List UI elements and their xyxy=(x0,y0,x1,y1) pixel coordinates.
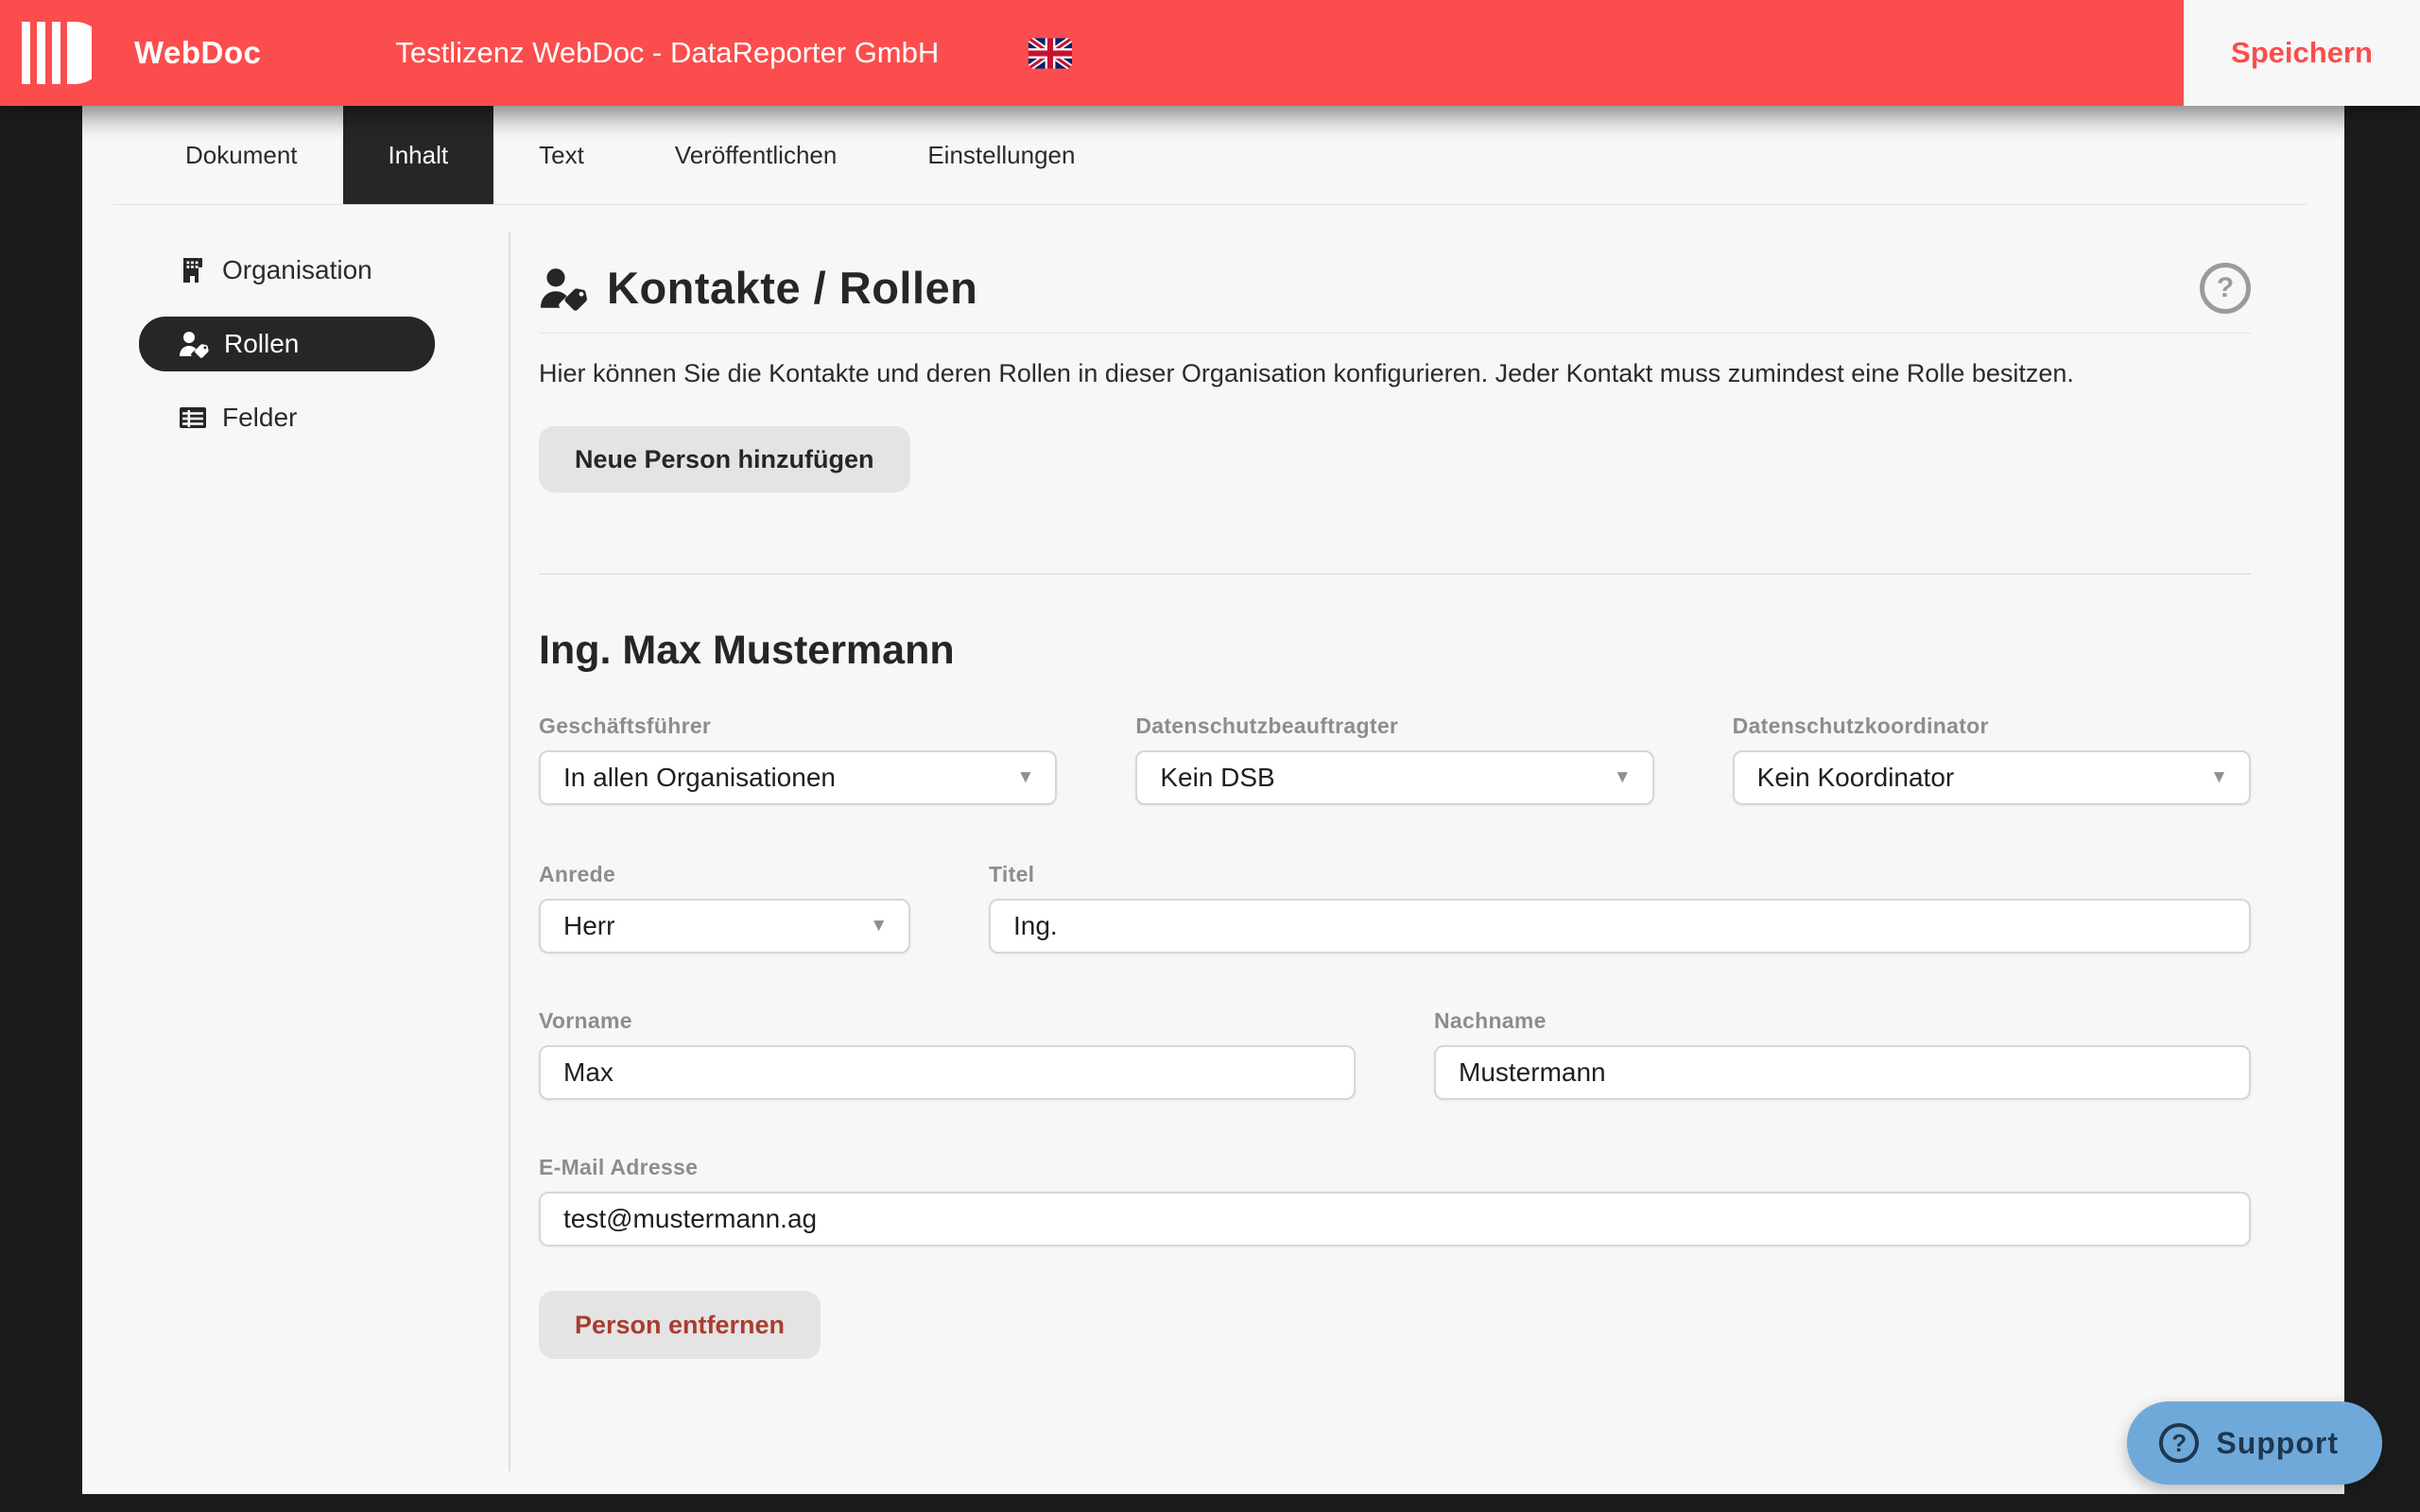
field-anrede: Anrede Herr ▼ xyxy=(539,862,910,954)
sidebar-item-organisation[interactable]: Organisation xyxy=(139,243,510,298)
chevron-down-icon: ▼ xyxy=(1016,767,1035,787)
field-email: E-Mail Adresse xyxy=(539,1155,2251,1246)
divider xyxy=(539,333,2251,334)
anrede-select[interactable]: Herr ▼ xyxy=(539,899,910,954)
chevron-down-icon: ▼ xyxy=(1613,767,1632,787)
chevron-down-icon: ▼ xyxy=(2210,767,2228,787)
selected-value: Herr xyxy=(563,911,615,940)
selected-value: In allen Organisationen xyxy=(563,763,836,792)
tab-text[interactable]: Text xyxy=(493,106,630,204)
person-tag-icon xyxy=(541,267,587,311)
support-button[interactable]: ? Support xyxy=(2127,1401,2382,1485)
titel-input[interactable] xyxy=(989,899,2251,954)
field-label: Nachname xyxy=(1434,1008,1547,1033)
field-geschaeftsfuehrer: Geschäftsführer In allen Organisationen … xyxy=(539,713,1058,805)
nachname-input[interactable] xyxy=(1434,1045,2251,1100)
app-header: WebDoc Testlizenz WebDoc - DataReporter … xyxy=(0,0,2420,106)
main-content: Kontakte / Rollen ? Hier können Sie die … xyxy=(510,205,2344,1494)
help-icon[interactable]: ? xyxy=(2200,262,2251,314)
divider xyxy=(539,574,2251,575)
field-vorname: Vorname xyxy=(539,1008,1356,1100)
field-label: Geschäftsführer xyxy=(539,713,712,738)
content-sidebar: Organisation Rollen Felder xyxy=(82,205,510,1494)
tab-inhalt[interactable]: Inhalt xyxy=(342,106,494,204)
field-label: Datenschutzbeauftragter xyxy=(1135,713,1399,738)
save-button[interactable]: Speichern xyxy=(2184,0,2420,106)
question-mark-icon: ? xyxy=(2159,1423,2200,1463)
table-icon xyxy=(180,407,206,428)
page-title: Kontakte / Rollen xyxy=(607,263,978,313)
datenschutzkoordinator-select[interactable]: Kein Koordinator ▼ xyxy=(1732,750,2251,805)
field-label: Titel xyxy=(989,862,1035,886)
field-label: Anrede xyxy=(539,862,616,886)
field-titel: Titel xyxy=(989,862,2251,954)
field-label: Datenschutzkoordinator xyxy=(1732,713,1989,738)
language-flag-uk-icon[interactable] xyxy=(1028,37,1073,69)
field-datenschutzbeauftragter: Datenschutzbeauftragter Kein DSB ▼ xyxy=(1135,713,1654,805)
sidebar-item-rollen[interactable]: Rollen xyxy=(139,317,435,371)
tab-bar: Dokument Inhalt Text Veröffentlichen Ein… xyxy=(113,106,2307,205)
geschaeftsfuehrer-select[interactable]: In allen Organisationen ▼ xyxy=(539,750,1058,805)
sidebar-item-label: Organisation xyxy=(222,255,372,284)
tab-dokument[interactable]: Dokument xyxy=(140,106,343,204)
field-label: E-Mail Adresse xyxy=(539,1155,699,1179)
datenschutzbeauftragter-select[interactable]: Kein DSB ▼ xyxy=(1135,750,1654,805)
selected-value: Kein DSB xyxy=(1160,763,1275,792)
section-description: Hier können Sie die Kontakte und deren R… xyxy=(539,359,2074,387)
chevron-down-icon: ▼ xyxy=(870,916,888,936)
field-nachname: Nachname xyxy=(1434,1008,2251,1100)
document-panel: Dokument Inhalt Text Veröffentlichen Ein… xyxy=(82,106,2344,1494)
remove-person-button[interactable]: Person entfernen xyxy=(539,1291,821,1359)
selected-value: Kein Koordinator xyxy=(1756,763,1955,792)
vorname-input[interactable] xyxy=(539,1045,1356,1100)
tab-einstellungen[interactable]: Einstellungen xyxy=(882,106,1120,204)
email-input[interactable] xyxy=(539,1192,2251,1246)
sidebar-item-label: Felder xyxy=(222,403,298,432)
app-title: WebDoc xyxy=(134,35,262,70)
person-tag-icon xyxy=(180,332,209,358)
add-person-button[interactable]: Neue Person hinzufügen xyxy=(539,426,910,492)
field-label: Vorname xyxy=(539,1008,632,1033)
field-datenschutzkoordinator: Datenschutzkoordinator Kein Koordinator … xyxy=(1732,713,2251,805)
sidebar-item-felder[interactable]: Felder xyxy=(139,390,510,445)
sidebar-item-label: Rollen xyxy=(224,329,300,358)
support-label: Support xyxy=(2216,1425,2339,1460)
building-icon xyxy=(183,258,202,283)
datareporter-logo-icon xyxy=(22,22,92,84)
person-name-heading: Ing. Max Mustermann xyxy=(539,627,955,673)
license-title: Testlizenz WebDoc - DataReporter GmbH xyxy=(395,36,940,69)
tab-veroeffentlichen[interactable]: Veröffentlichen xyxy=(630,106,883,204)
